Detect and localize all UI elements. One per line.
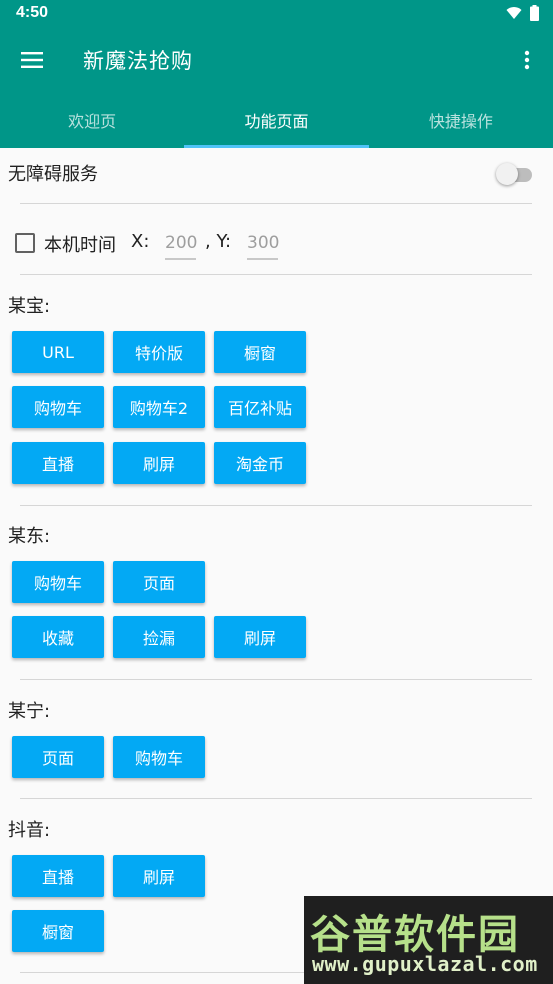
tab-shortcuts[interactable]: 快捷操作 [369, 92, 553, 148]
jd-cart-button[interactable]: 购物车 [12, 561, 104, 603]
tab-features[interactable]: 功能页面 [184, 92, 369, 148]
accessibility-switch[interactable] [496, 163, 532, 185]
taobao-cart-button[interactable]: 购物车 [12, 386, 104, 428]
section-title-douyin: 抖音: [8, 820, 51, 841]
jd-page-button[interactable]: 页面 [113, 561, 205, 603]
watermark: 谷普软件园 www.gupuxlazal.com [304, 896, 553, 984]
status-icons [506, 5, 539, 21]
more-vert-icon [524, 50, 530, 70]
x-label: X: [131, 231, 150, 252]
wifi-icon [506, 7, 522, 20]
douyin-showcase-button[interactable]: 橱窗 [12, 910, 104, 952]
status-time: 4:50 [16, 4, 49, 21]
app-title: 新魔法抢购 [83, 49, 193, 73]
hamburger-icon [21, 52, 43, 68]
taobao-showcase-button[interactable]: 橱窗 [214, 331, 306, 373]
overflow-menu-button[interactable] [515, 44, 539, 76]
watermark-url: www.gupuxlazal.com [312, 952, 538, 976]
divider [20, 679, 532, 680]
tab-welcome[interactable]: 欢迎页 [0, 92, 184, 148]
jd-bargain-button[interactable]: 捡漏 [113, 616, 205, 658]
taobao-refresh-button[interactable]: 刷屏 [113, 442, 205, 484]
switch-thumb [496, 163, 518, 185]
section-title-jd: 某东: [8, 526, 51, 547]
taobao-url-button[interactable]: URL [12, 331, 104, 373]
local-time-checkbox[interactable] [15, 233, 35, 253]
taobao-coins-button[interactable]: 淘金币 [214, 442, 306, 484]
douyin-live-button[interactable]: 直播 [12, 855, 104, 897]
local-time-row: 本机时间 X: 200 , Y: 300 [15, 228, 535, 262]
jd-refresh-button[interactable]: 刷屏 [214, 616, 306, 658]
y-label: , Y: [205, 231, 232, 252]
taobao-special-edition-button[interactable]: 特价版 [113, 331, 205, 373]
suning-cart-button[interactable]: 购物车 [113, 736, 205, 778]
section-title-suning: 某宁: [8, 701, 51, 722]
taobao-subsidy-button[interactable]: 百亿补贴 [214, 386, 306, 428]
douyin-refresh-button[interactable]: 刷屏 [113, 855, 205, 897]
section-title-taobao: 某宝: [8, 296, 51, 317]
features-page: 无障碍服务 本机时间 X: 200 , Y: 300 某宝: URL 特价版 橱… [0, 148, 553, 984]
taobao-cart2-button[interactable]: 购物车2 [113, 386, 205, 428]
suning-page-button[interactable]: 页面 [12, 736, 104, 778]
y-input[interactable]: 300 [247, 228, 279, 260]
status-bar: 4:50 [0, 0, 553, 28]
battery-icon [530, 5, 539, 21]
tab-bar: 欢迎页 功能页面 快捷操作 [0, 92, 553, 148]
taobao-live-button[interactable]: 直播 [12, 442, 104, 484]
accessibility-label: 无障碍服务 [8, 164, 98, 185]
app-bar: 新魔法抢购 [0, 28, 553, 92]
divider [20, 203, 532, 204]
local-time-label: 本机时间 [44, 235, 116, 256]
divider [20, 274, 532, 275]
divider [20, 505, 532, 506]
divider [20, 798, 532, 799]
jd-favorites-button[interactable]: 收藏 [12, 616, 104, 658]
x-input[interactable]: 200 [165, 228, 197, 260]
menu-button[interactable] [16, 44, 48, 76]
accessibility-row: 无障碍服务 [8, 160, 538, 186]
